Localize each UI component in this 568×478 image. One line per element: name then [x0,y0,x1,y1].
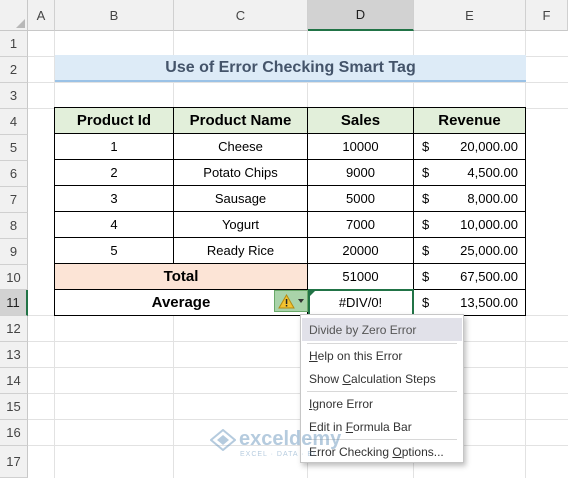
menu-accelerator: F [345,419,354,434]
revenue-value: 25,000.00 [460,243,518,258]
cell-product-id[interactable]: 1 [54,133,174,160]
currency-symbol: $ [422,269,430,284]
row-header[interactable]: 4 [0,109,28,135]
header-sales[interactable]: Sales [307,107,414,134]
revenue-value: 8,000.00 [467,191,518,206]
row-header[interactable]: 13 [0,342,28,368]
cell-sales[interactable]: 9000 [307,159,414,186]
header-product-name[interactable]: Product Name [173,107,308,134]
cell-revenue[interactable]: $25,000.00 [413,237,526,264]
gridline [28,419,568,420]
menu-item-help[interactable]: Help on this Error [302,344,462,367]
gridline [28,393,568,394]
column-header-f[interactable]: F [526,0,568,31]
cell-product-name[interactable]: Yogurt [173,211,308,238]
row-header[interactable]: 3 [0,83,28,109]
row-header[interactable]: 17 [0,446,28,478]
cell-revenue[interactable]: $20,000.00 [413,133,526,160]
menu-accelerator: C [342,371,352,386]
currency-symbol: $ [422,295,430,310]
currency-symbol: $ [422,139,430,154]
currency-symbol: $ [422,191,430,206]
cell-product-id[interactable]: 5 [54,237,174,264]
row-header[interactable]: 14 [0,368,28,394]
menu-text: ptions... [401,444,444,459]
cell-product-name[interactable]: Cheese [173,133,308,160]
menu-item-show-calculation-steps[interactable]: Show Calculation Steps [302,367,462,390]
cell-revenue[interactable]: $10,000.00 [413,211,526,238]
watermark-name: exceldemy [239,428,342,450]
row-header[interactable]: 1 [0,31,28,57]
cell-sales[interactable]: 10000 [307,133,414,160]
cell-product-name[interactable]: Ready Rice [173,237,308,264]
row-header[interactable]: 15 [0,394,28,420]
cell-product-name[interactable]: Sausage [173,185,308,212]
average-label[interactable]: Average [54,289,308,316]
cell-sales[interactable]: 20000 [307,237,414,264]
column-header-b[interactable]: B [55,0,174,31]
total-sales[interactable]: 51000 [307,263,414,290]
exceldemy-watermark: exceldemy EXCEL · DATA · BI [210,428,342,458]
row-header[interactable]: 11 [0,290,28,316]
total-label[interactable]: Total [54,263,308,290]
row-header[interactable]: 9 [0,239,28,265]
cell-product-id[interactable]: 3 [54,185,174,212]
row-header[interactable]: 6 [0,161,28,187]
row-header[interactable]: 5 [0,135,28,161]
column-header-e[interactable]: E [414,0,526,31]
cell-revenue[interactable]: $4,500.00 [413,159,526,186]
currency-symbol: $ [422,217,430,232]
active-cell-outline [308,289,414,316]
gridline [28,82,568,83]
header-revenue[interactable]: Revenue [413,107,526,134]
watermark-tagline: EXCEL · DATA · BI [240,451,316,458]
row-header[interactable]: 2 [0,57,28,83]
warning-icon [278,293,295,308]
cell-product-id[interactable]: 4 [54,211,174,238]
column-header-d[interactable]: D [308,0,414,31]
menu-text: elp on this Error [317,348,403,363]
total-revenue[interactable]: $67,500.00 [413,263,526,290]
chevron-down-icon [298,299,304,303]
revenue-value: 67,500.00 [460,269,518,284]
revenue-value: 20,000.00 [460,139,518,154]
menu-text: gnore Error [312,396,374,411]
cell-sales[interactable]: 5000 [307,185,414,212]
menu-item-ignore-error[interactable]: Ignore Error [302,392,462,415]
average-revenue[interactable]: $13,500.00 [413,289,526,316]
cell-revenue[interactable]: $8,000.00 [413,185,526,212]
revenue-value: 10,000.00 [460,217,518,232]
row-header[interactable]: 7 [0,187,28,213]
cell-sales[interactable]: 7000 [307,211,414,238]
error-indicator-icon [310,290,316,296]
menu-accelerator: H [309,348,318,363]
menu-accelerator: O [392,444,402,459]
cell-product-name[interactable]: Potato Chips [173,159,308,186]
gridline [28,367,568,368]
exceldemy-logo-icon [210,428,236,451]
column-header-c[interactable]: C [174,0,308,31]
row-header[interactable]: 10 [0,265,28,290]
currency-symbol: $ [422,243,430,258]
header-product-id[interactable]: Product Id [54,107,174,134]
menu-text: Show [309,371,343,386]
column-header-a[interactable]: A [28,0,55,31]
menu-text: alculation Steps [351,371,436,386]
gridline [28,341,568,342]
menu-header-divide-by-zero: Divide by Zero Error [302,318,462,341]
error-smart-tag-button[interactable] [274,290,308,312]
row-header[interactable]: 8 [0,213,28,239]
menu-text: ormula Bar [353,419,412,434]
currency-symbol: $ [422,165,430,180]
row-header[interactable]: 16 [0,420,28,446]
revenue-value: 4,500.00 [467,165,518,180]
revenue-value: 13,500.00 [460,295,518,310]
sheet-title[interactable]: Use of Error Checking Smart Tag [55,55,526,82]
cell-product-id[interactable]: 2 [54,159,174,186]
row-header[interactable]: 12 [0,316,28,342]
select-all-button[interactable] [0,0,28,31]
